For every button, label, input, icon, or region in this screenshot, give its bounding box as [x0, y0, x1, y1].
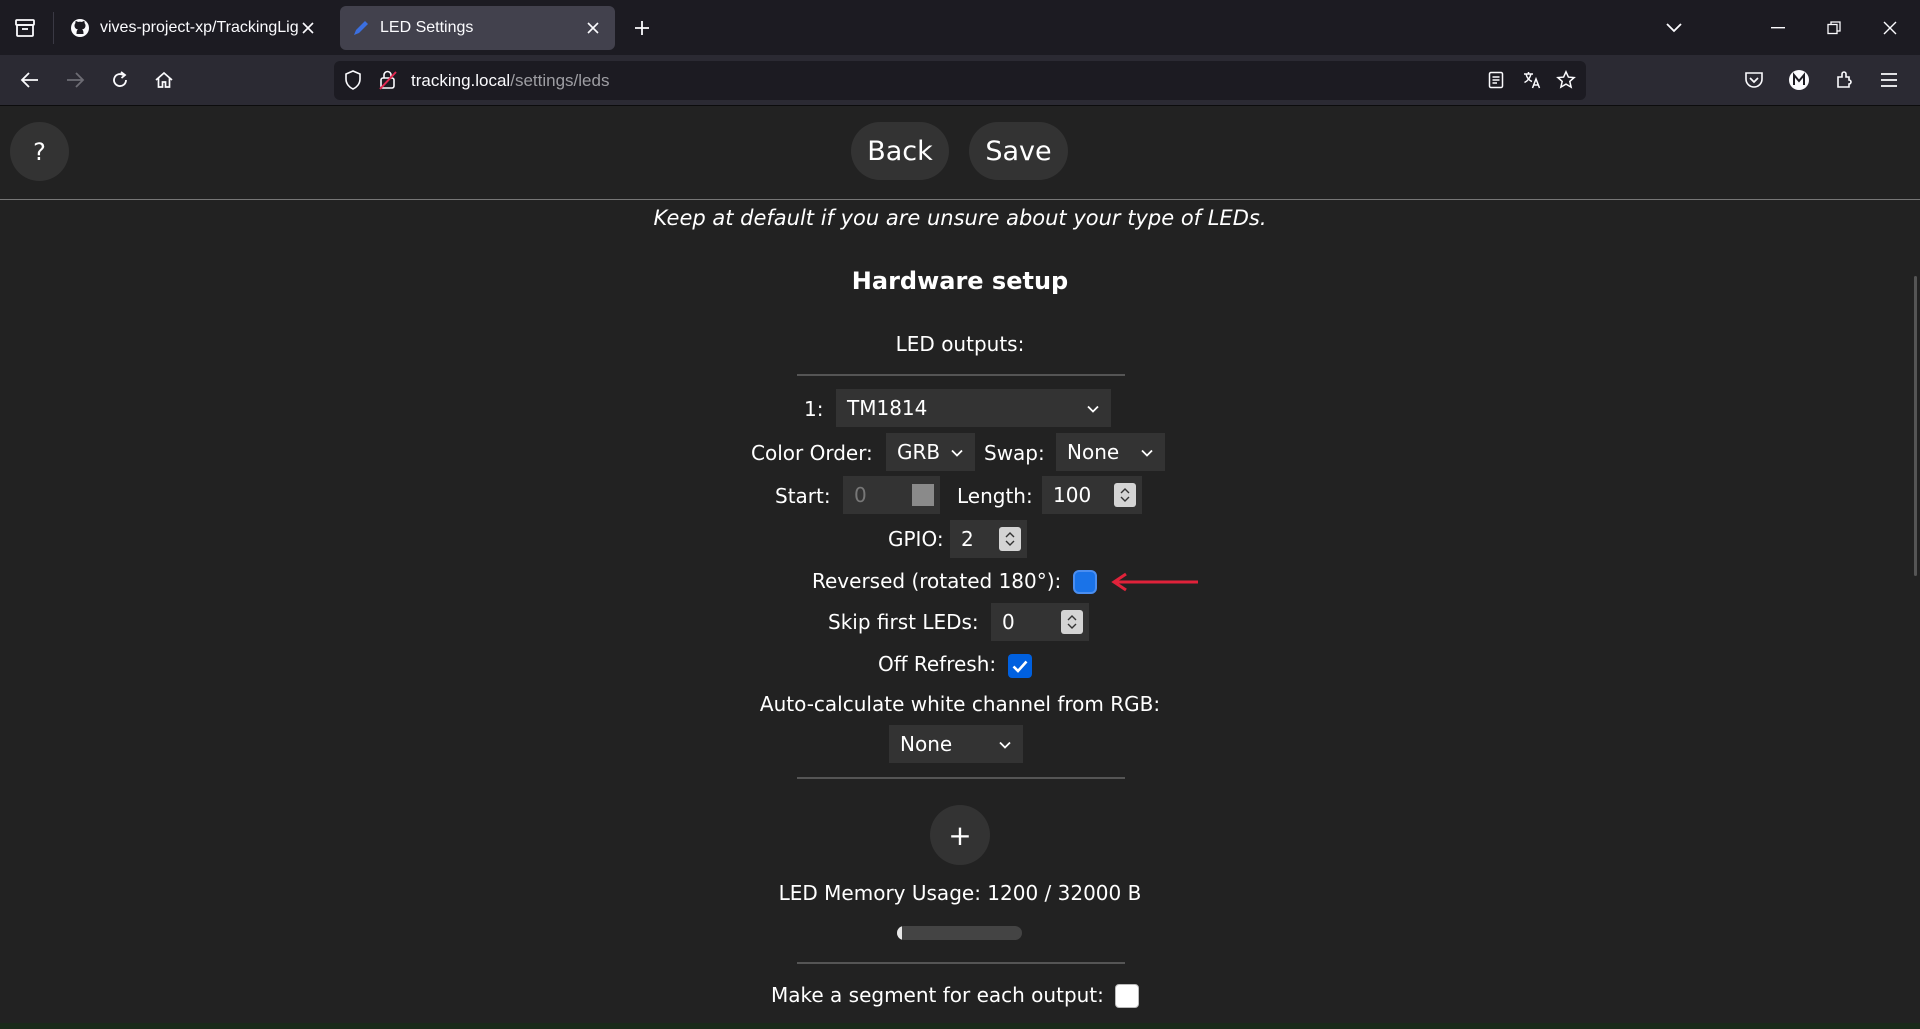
chevron-down-icon — [1085, 398, 1101, 414]
window-close-icon[interactable] — [1876, 15, 1904, 41]
tab-divider — [53, 12, 54, 44]
auto-white-select[interactable]: None — [889, 725, 1023, 763]
gpio-value: 2 — [961, 527, 974, 551]
address-bar[interactable]: tracking.local/settings/leds — [334, 61, 1586, 100]
length-input[interactable]: 100 — [1042, 476, 1142, 514]
home-icon[interactable] — [150, 67, 178, 93]
pencil-icon — [352, 19, 370, 37]
forward-arrow-icon — [61, 67, 89, 93]
add-output-button[interactable]: + — [930, 805, 990, 865]
header-divider — [0, 199, 1920, 200]
start-value: 0 — [854, 483, 867, 507]
color-order-label: Color Order: — [751, 441, 873, 465]
default-note: Keep at default if you are unsure about … — [653, 206, 1267, 230]
menu-icon[interactable] — [1875, 67, 1903, 93]
new-tab-icon[interactable] — [628, 15, 656, 41]
skip-first-label: Skip first LEDs: — [828, 610, 979, 634]
segment-per-output-checkbox[interactable] — [1115, 984, 1139, 1008]
led-outputs-label: LED outputs: — [895, 332, 1025, 356]
spinner-icon[interactable] — [1061, 610, 1083, 634]
insecure-lock-icon[interactable] — [378, 69, 398, 91]
minimize-icon[interactable] — [1764, 15, 1792, 41]
pocket-icon[interactable] — [1740, 67, 1768, 93]
spinner-icon[interactable] — [1114, 483, 1136, 507]
color-order-select[interactable]: GRB — [886, 433, 975, 471]
checkmark-icon — [1012, 660, 1028, 673]
section-title: Hardware setup — [851, 267, 1069, 295]
color-order-value: GRB — [897, 440, 941, 464]
close-icon[interactable] — [583, 18, 603, 38]
reload-icon[interactable] — [106, 67, 134, 93]
chevron-down-icon — [1139, 442, 1155, 458]
tab-list-icon[interactable] — [12, 15, 38, 41]
memory-usage-text: LED Memory Usage: 1200 / 32000 B — [778, 881, 1142, 905]
memory-usage-bar — [897, 926, 1022, 940]
translate-icon[interactable] — [1522, 70, 1542, 90]
navigation-bar: tracking.local/settings/leds — [0, 55, 1920, 106]
url-text[interactable]: tracking.local/settings/leds — [411, 71, 609, 91]
tab-github[interactable]: vives-project-xp/TrackingLights — [58, 6, 330, 50]
skip-first-input[interactable]: 0 — [991, 603, 1089, 641]
tab-led-settings[interactable]: LED Settings — [340, 6, 615, 50]
shield-icon[interactable] — [344, 70, 362, 90]
help-button[interactable]: ? — [10, 122, 69, 181]
start-input[interactable]: 0 — [843, 476, 940, 514]
auto-white-value: None — [900, 732, 953, 756]
restore-icon[interactable] — [1820, 15, 1848, 41]
close-icon[interactable] — [298, 18, 318, 38]
tab-title: LED Settings — [380, 19, 474, 36]
led-type-select[interactable]: TM1814 — [836, 389, 1111, 427]
back-arrow-icon[interactable] — [16, 67, 44, 93]
output-index-label: 1: — [804, 397, 824, 421]
auto-white-label: Auto-calculate white channel from RGB: — [759, 692, 1161, 716]
swap-label: Swap: — [984, 441, 1045, 465]
back-button[interactable]: Back — [851, 122, 949, 180]
swap-value: None — [1067, 440, 1120, 464]
page-scrollbar[interactable] — [1914, 276, 1917, 576]
account-avatar-icon[interactable] — [1785, 67, 1813, 93]
divider — [797, 777, 1125, 779]
tab-title: vives-project-xp/TrackingLights — [100, 19, 298, 36]
save-button[interactable]: Save — [969, 122, 1068, 180]
gpio-input[interactable]: 2 — [950, 520, 1027, 558]
bookmark-star-icon[interactable] — [1556, 70, 1576, 90]
bottom-strip — [0, 1023, 1920, 1029]
gpio-label: GPIO: — [888, 527, 944, 551]
start-label: Start: — [775, 484, 831, 508]
reversed-checkbox[interactable] — [1073, 570, 1097, 594]
off-refresh-label: Off Refresh: — [878, 652, 997, 676]
reversed-label: Reversed (rotated 180°): — [812, 569, 1062, 593]
divider — [797, 374, 1125, 376]
swap-select[interactable]: None — [1056, 433, 1165, 471]
disabled-spinner — [912, 484, 934, 506]
extensions-icon[interactable] — [1831, 67, 1859, 93]
length-value: 100 — [1053, 483, 1092, 507]
off-refresh-checkbox[interactable] — [1008, 654, 1032, 678]
page-content: ? Back Save Keep at default if you are u… — [0, 106, 1920, 1029]
chevron-down-icon[interactable] — [1660, 15, 1688, 41]
chevron-down-icon — [997, 734, 1013, 750]
tab-bar: vives-project-xp/TrackingLights LED Sett… — [0, 0, 1920, 55]
url-host: tracking.local — [411, 71, 511, 90]
spinner-icon[interactable] — [999, 527, 1021, 551]
led-type-value: TM1814 — [847, 396, 928, 420]
memory-usage-fill — [897, 926, 902, 940]
annotation-arrow-icon — [1111, 572, 1198, 592]
skip-first-value: 0 — [1002, 610, 1015, 634]
github-icon — [70, 18, 90, 38]
reader-view-icon[interactable] — [1488, 71, 1504, 89]
url-path: /settings/leds — [510, 71, 610, 90]
divider — [797, 962, 1125, 964]
segment-per-output-label: Make a segment for each output: — [771, 983, 1104, 1007]
length-label: Length: — [957, 484, 1033, 508]
chevron-down-icon — [949, 442, 965, 458]
